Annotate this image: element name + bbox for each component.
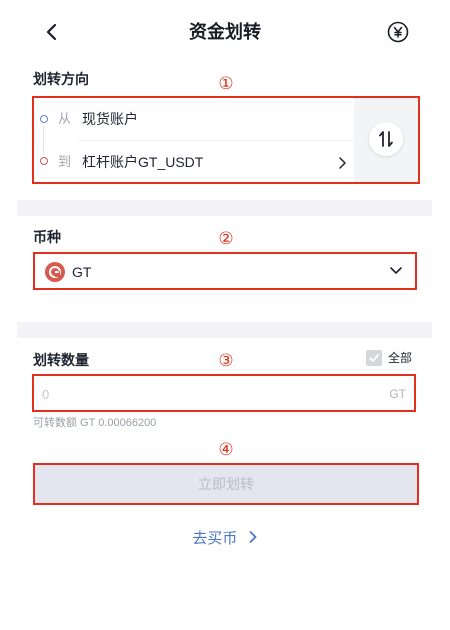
to-dot-icon — [40, 157, 48, 165]
page-title: 资金划转 — [189, 22, 261, 42]
amount-input[interactable] — [42, 384, 342, 404]
annotation-marker-2: ② — [218, 229, 234, 248]
transfer-direction-panel: 从 现货账户 到 杠杆账户GT_USDT — [32, 96, 420, 184]
transfer-now-button[interactable]: 立即划转 — [33, 463, 419, 505]
yen-currency-icon[interactable] — [386, 20, 410, 44]
chevron-right-icon — [249, 531, 256, 543]
buy-coin-link[interactable]: 去买币 — [0, 529, 450, 549]
from-prefix: 从 — [58, 111, 72, 126]
direction-divider — [78, 140, 354, 141]
check-icon — [369, 354, 379, 362]
gatetoken-logo-icon — [45, 262, 65, 282]
from-account: 现货账户 — [82, 111, 138, 127]
amount-unit: GT — [389, 387, 406, 401]
amount-section-label: 划转数量 — [33, 352, 89, 368]
all-checkbox[interactable] — [366, 350, 382, 366]
annotation-marker-3: ③ — [218, 351, 234, 370]
annotation-marker-1: ① — [218, 74, 234, 93]
chevron-down-icon — [390, 267, 402, 274]
direction-connector — [43, 125, 44, 155]
chevron-right-icon — [339, 157, 346, 169]
direction-section-label: 划转方向 — [33, 71, 89, 87]
amount-field: GT — [32, 374, 416, 412]
coin-selector[interactable]: GT — [33, 252, 417, 290]
section-separator — [17, 322, 432, 338]
section-separator — [17, 200, 432, 216]
all-label[interactable]: 全部 — [388, 350, 412, 366]
swap-direction-button[interactable] — [369, 122, 403, 156]
to-account: 杠杆账户GT_USDT — [82, 154, 204, 170]
available-amount: 可转数额 GT 0.00066200 — [33, 417, 157, 429]
from-dot-icon — [40, 115, 48, 123]
coin-section-label: 币种 — [33, 229, 61, 245]
swap-vertical-icon — [379, 131, 393, 147]
buy-coin-label: 去买币 — [192, 530, 238, 547]
selected-coin: GT — [72, 264, 92, 280]
to-prefix: 到 — [58, 154, 72, 169]
annotation-marker-4: ④ — [218, 440, 234, 459]
swap-area — [354, 98, 418, 182]
